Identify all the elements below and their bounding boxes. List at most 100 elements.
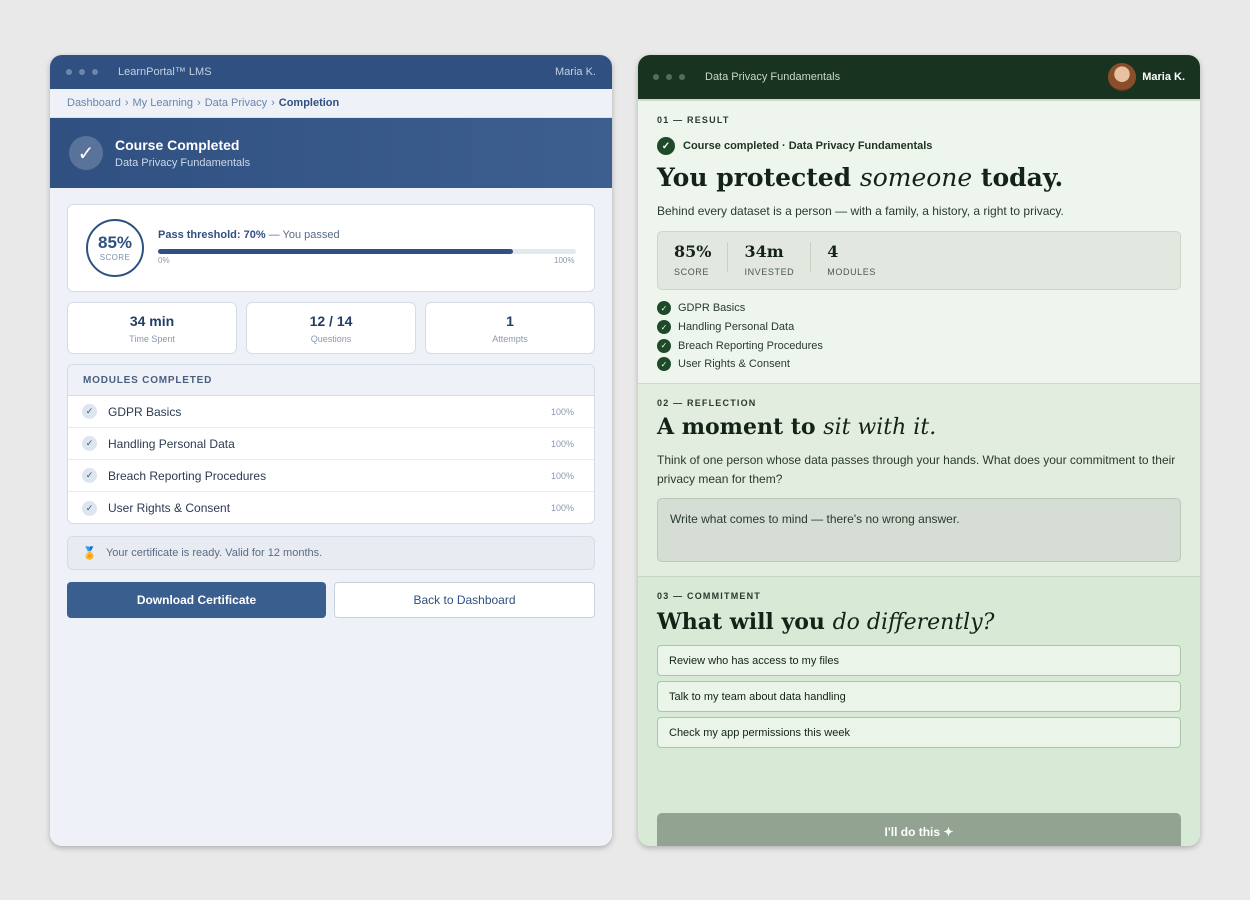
- reflection-headline: A moment to sit with it.: [657, 414, 936, 440]
- module-percent: 100%: [550, 438, 574, 449]
- check-icon: ✓: [657, 357, 671, 372]
- score-progress-fill: [158, 249, 514, 254]
- reflection-prompt: Think of one person whose data passes th…: [657, 453, 1176, 486]
- stat-value: 34m: [744, 242, 784, 261]
- banner-title: Course Completed: [115, 137, 240, 153]
- stat-questions: 12 / 14 Questions: [246, 302, 416, 354]
- stat-invested: 34m INVESTED: [744, 242, 812, 277]
- stat-value: 4: [827, 242, 839, 261]
- pass-threshold-label: Pass threshold: 70%: [158, 229, 266, 241]
- headline-emphasis: sit with it.: [823, 415, 937, 440]
- title-bar: Data Privacy Fundamentals Maria K.: [638, 55, 1200, 99]
- check-icon: ✓: [657, 137, 675, 155]
- module-name: Breach Reporting Procedures: [678, 339, 823, 352]
- list-item: ✓ Breach Reporting Procedures: [657, 336, 823, 355]
- user-name[interactable]: Maria K.: [555, 66, 596, 78]
- app-title: LearnPortal™ LMS: [118, 66, 212, 78]
- module-percent: 100%: [550, 470, 574, 481]
- medal-icon: 🏅: [82, 546, 97, 560]
- stat-label: Attempts: [492, 334, 528, 344]
- stat-label: Questions: [310, 334, 352, 344]
- result-stats: 85% SCORE 34m INVESTED 4 MODULES: [657, 231, 1181, 290]
- breadcrumb-dashboard[interactable]: Dashboard: [67, 97, 121, 109]
- check-icon: ✓: [82, 468, 97, 483]
- module-name: Breach Reporting Procedures: [108, 468, 267, 483]
- commitment-headline: What will you do differently?: [657, 609, 994, 635]
- score-value: 85%: [97, 233, 133, 252]
- score-progress-bar: [158, 249, 576, 254]
- list-item: ✓ GDPR Basics: [657, 299, 823, 318]
- headline-emphasis: do differently?: [832, 610, 995, 635]
- stat-score: 85% SCORE: [674, 242, 729, 277]
- stat-time-spent: 34 min Time Spent: [67, 302, 237, 354]
- score-label: SCORE: [99, 253, 131, 262]
- download-certificate-button[interactable]: Download Certificate: [67, 582, 326, 618]
- check-icon: ✓: [82, 436, 97, 451]
- modules-header: MODULES COMPLETED: [68, 365, 594, 396]
- module-checklist: ✓ GDPR Basics ✓ Handling Personal Data ✓ Br…: [657, 299, 823, 374]
- module-percent: 100%: [550, 406, 574, 417]
- window-controls[interactable]: [66, 69, 98, 75]
- module-row[interactable]: ✓ Handling Personal Data 100%: [68, 428, 594, 460]
- stat-value: 1: [506, 313, 514, 329]
- result-section: 01 — RESULT ✓ Course completed · Data Pr…: [638, 99, 1200, 384]
- module-name: User Rights & Consent: [678, 358, 790, 371]
- module-row[interactable]: ✓ GDPR Basics 100%: [68, 396, 594, 428]
- certificate-text: Your certificate is ready. Valid for 12 …: [105, 547, 323, 559]
- commitment-option[interactable]: Review who has access to my files: [657, 645, 1181, 676]
- lms-window: LearnPortal™ LMS Maria K. Dashboard › My …: [50, 55, 612, 846]
- headline-part: What will you: [657, 609, 833, 635]
- pass-note: — You passed: [268, 229, 340, 241]
- module-name: GDPR Basics: [108, 404, 182, 419]
- module-name: User Rights & Consent: [108, 501, 231, 515]
- headline-emphasis: someone: [859, 163, 973, 192]
- user-name[interactable]: Maria K.: [1142, 71, 1185, 83]
- commit-button[interactable]: I'll do this ✦: [657, 813, 1181, 846]
- stat-label: INVESTED: [744, 267, 795, 277]
- module-name: Handling Personal Data: [108, 436, 235, 451]
- stat-modules: 4 MODULES: [827, 242, 892, 277]
- reflection-window: Data Privacy Fundamentals Maria K. 01 — …: [638, 55, 1200, 846]
- module-name: GDPR Basics: [678, 302, 746, 315]
- completion-line: ✓ Course completed · Data Privacy Fundam…: [657, 137, 932, 155]
- window-controls[interactable]: [653, 74, 685, 80]
- progress-max-label: 100%: [554, 256, 575, 265]
- stat-attempts: 1 Attempts: [425, 302, 595, 354]
- stat-label: SCORE: [674, 267, 710, 277]
- avatar[interactable]: [1108, 63, 1137, 91]
- score-card: 85% SCORE Pass threshold: 70% — You pass…: [67, 204, 595, 292]
- breadcrumb-data-privacy[interactable]: Data Privacy: [205, 97, 267, 109]
- module-row[interactable]: ✓ Breach Reporting Procedures 100%: [68, 460, 594, 492]
- commitment-section: 03 — COMMITMENT What will you do differe…: [638, 576, 1200, 846]
- modules-panel: MODULES COMPLETED ✓ GDPR Basics 100% ✓ H…: [67, 364, 595, 524]
- commitment-option[interactable]: Talk to my team about data handling: [657, 681, 1181, 712]
- module-name: Handling Personal Data: [678, 321, 795, 334]
- module-percent: 100%: [550, 503, 574, 513]
- check-icon: ✓: [657, 320, 671, 335]
- check-icon: ✓: [657, 301, 671, 316]
- pass-threshold: Pass threshold: 70% — You passed: [158, 229, 340, 241]
- headline-part: A moment to: [657, 414, 824, 440]
- completion-text: Course completed · Data Privacy Fundamen…: [683, 140, 933, 152]
- reflection-section: 02 — REFLECTION A moment to sit with it.…: [638, 383, 1200, 577]
- title-bar: LearnPortal™ LMS Maria K.: [50, 55, 612, 89]
- section-kicker: 01 — RESULT: [657, 115, 730, 125]
- stat-value: 12 / 14: [309, 313, 353, 329]
- certificate-notice: 🏅 Your certificate is ready. Valid for 1…: [67, 536, 595, 570]
- progress-min-label: 0%: [158, 256, 170, 265]
- result-subtitle: Behind every dataset is a person — with …: [657, 204, 1064, 218]
- breadcrumb: Dashboard › My Learning › Data Privacy › Co…: [50, 89, 612, 118]
- checkmark-icon: ✓: [69, 136, 103, 170]
- stat-value: 85%: [674, 242, 712, 261]
- commitment-option[interactable]: Check my app permissions this week: [657, 717, 1181, 748]
- check-icon: ✓: [82, 404, 97, 419]
- back-to-dashboard-button[interactable]: Back to Dashboard: [334, 582, 595, 618]
- headline-part: You protected: [657, 163, 860, 192]
- headline-part: today.: [972, 163, 1064, 192]
- module-row[interactable]: ✓ User Rights & Consent 100%: [68, 492, 594, 523]
- breadcrumb-my-learning[interactable]: My Learning: [133, 97, 194, 109]
- reflection-input[interactable]: [657, 498, 1181, 562]
- app-title: Data Privacy Fundamentals: [705, 71, 841, 83]
- breadcrumb-current: Completion: [278, 97, 340, 109]
- check-icon: ✓: [657, 338, 671, 353]
